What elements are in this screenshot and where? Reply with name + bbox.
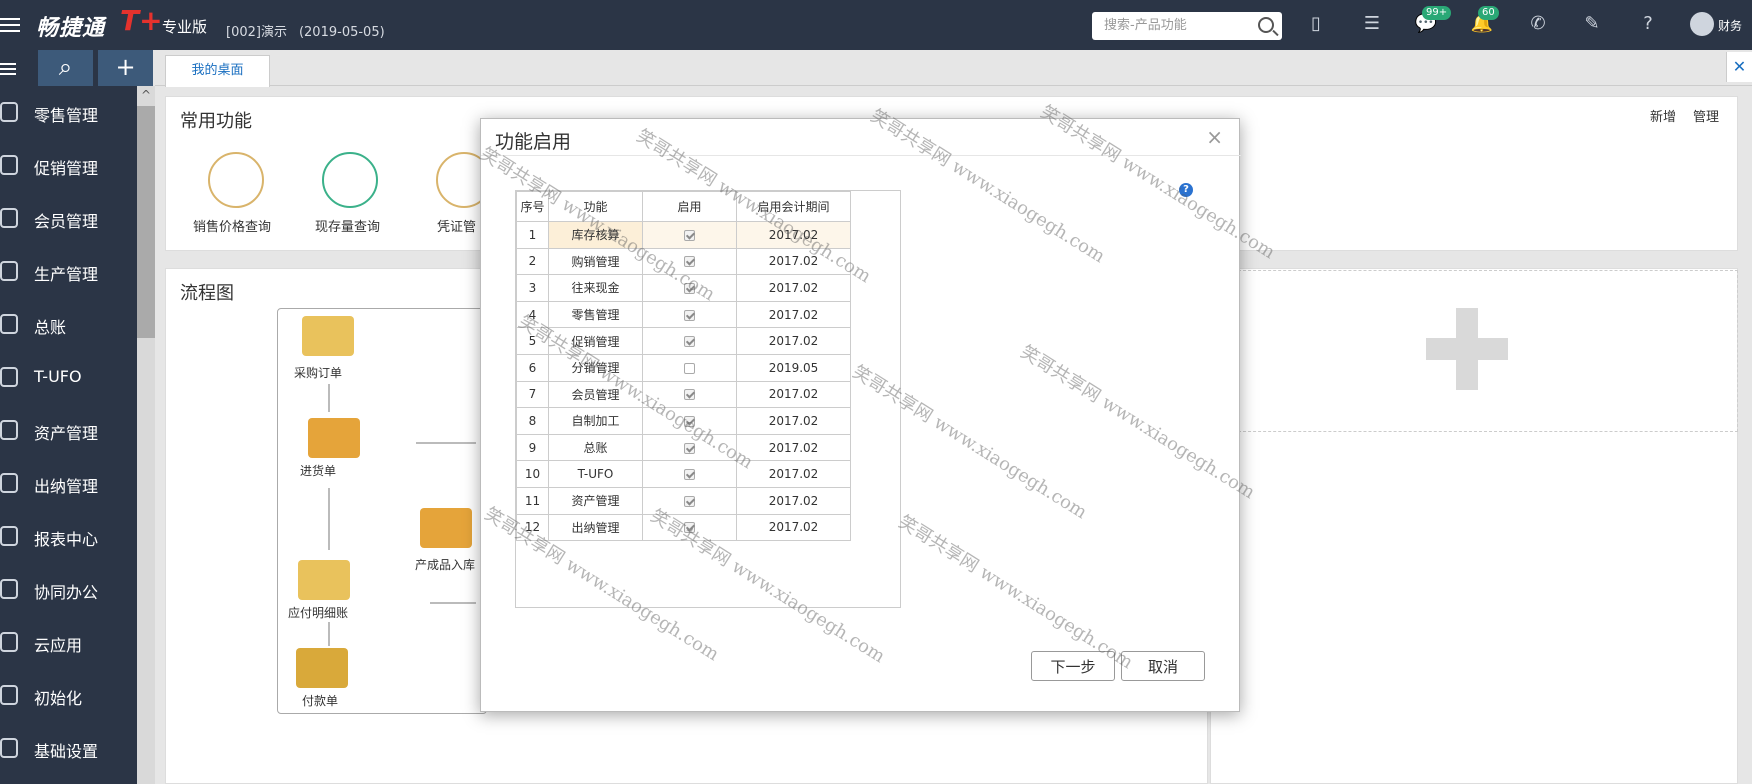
row-no: 5 (516, 327, 549, 355)
row-enabled[interactable] (642, 460, 737, 488)
row-function: 会员管理 (548, 380, 643, 409)
row-enabled[interactable] (642, 407, 737, 435)
table-row[interactable]: 7 会员管理 2017.02 (516, 380, 851, 409)
row-no: 7 (516, 380, 549, 409)
row-period: 2017.02 (736, 433, 851, 462)
next-button[interactable]: 下一步 (1031, 651, 1115, 681)
row-function: 库存核算 (548, 221, 643, 249)
row-no: 11 (516, 486, 549, 515)
enable-checkbox[interactable] (684, 415, 695, 427)
row-period: 2017.02 (736, 407, 851, 435)
enable-checkbox[interactable] (684, 442, 695, 454)
row-enabled[interactable] (642, 486, 737, 515)
row-function: 往来现金 (548, 274, 643, 302)
row-no: 4 (516, 300, 549, 329)
row-period: 2017.02 (736, 460, 851, 488)
row-enabled[interactable] (642, 433, 737, 462)
row-no: 3 (516, 274, 549, 302)
row-period: 2017.02 (736, 300, 851, 329)
enable-checkbox[interactable] (684, 309, 695, 321)
feature-table-body: 1 库存核算 2017.02 2 购销管理 2017.02 3 往来现金 2017.02 4 零售管… (516, 221, 851, 542)
column-header-period: 启用会计期间 (736, 191, 851, 222)
row-enabled[interactable] (642, 380, 737, 409)
row-period: 2017.02 (736, 380, 851, 409)
dialog-divider (481, 155, 1241, 156)
row-no: 10 (516, 460, 549, 488)
table-row[interactable]: 1 库存核算 2017.02 (516, 221, 851, 249)
enable-checkbox[interactable] (684, 229, 695, 241)
table-row[interactable]: 8 自制加工 2017.02 (516, 407, 851, 435)
enable-checkbox[interactable] (684, 336, 695, 348)
table-row[interactable]: 3 往来现金 2017.02 (516, 274, 851, 302)
row-enabled[interactable] (642, 274, 737, 302)
enable-checkbox[interactable] (684, 389, 695, 401)
enable-checkbox[interactable] (684, 282, 695, 294)
enable-checkbox[interactable] (684, 362, 695, 374)
enable-checkbox[interactable] (684, 256, 695, 268)
feature-table: 序号 功能 启用 启用会计期间 1 库存核算 2017.02 2 购销管理 2017.02… (516, 191, 851, 542)
row-no: 12 (516, 513, 549, 542)
row-enabled[interactable] (642, 327, 737, 355)
table-row[interactable]: 10 T-UFO 2017.02 (516, 460, 851, 488)
row-function: 分销管理 (548, 353, 643, 382)
row-function: 购销管理 (548, 247, 643, 276)
dialog-title: 功能启用 (495, 131, 572, 153)
enable-checkbox[interactable] (684, 495, 695, 507)
row-function: 出纳管理 (548, 513, 643, 542)
row-period: 2017.02 (736, 486, 851, 515)
row-enabled[interactable] (642, 300, 737, 329)
row-function: 总账 (548, 433, 643, 462)
row-period: 2019.05 (736, 353, 851, 382)
row-function: 零售管理 (548, 300, 643, 329)
table-row[interactable]: 5 促销管理 2017.02 (516, 327, 851, 355)
column-header-no: 序号 (516, 191, 549, 222)
row-function: 资产管理 (548, 486, 643, 515)
row-period: 2017.02 (736, 274, 851, 302)
enable-checkbox[interactable] (684, 522, 695, 534)
row-enabled[interactable] (642, 221, 737, 249)
row-period: 2017.02 (736, 247, 851, 276)
row-no: 9 (516, 433, 549, 462)
enable-checkbox[interactable] (684, 469, 695, 481)
row-no: 1 (516, 221, 549, 249)
table-header-row: 序号 功能 启用 启用会计期间 (516, 191, 851, 222)
table-row[interactable]: 9 总账 2017.02 (516, 433, 851, 462)
cancel-button[interactable]: 取消 (1121, 651, 1205, 681)
table-row[interactable]: 4 零售管理 2017.02 (516, 300, 851, 329)
feature-table-container: 序号 功能 启用 启用会计期间 1 库存核算 2017.02 2 购销管理 2017.02… (515, 190, 901, 608)
row-period: 2017.02 (736, 221, 851, 249)
table-row[interactable]: 11 资产管理 2017.02 (516, 486, 851, 515)
row-no: 8 (516, 407, 549, 435)
table-row[interactable]: 2 购销管理 2017.02 (516, 247, 851, 276)
feature-enable-dialog: 功能启用 × ? 序号 功能 启用 启用会计期间 1 库存核算 2017.02 2 购销… (480, 118, 1241, 712)
row-enabled[interactable] (642, 247, 737, 276)
table-row[interactable]: 6 分销管理 2019.05 (516, 353, 851, 382)
row-no: 6 (516, 353, 549, 382)
row-function: 自制加工 (548, 407, 643, 435)
column-header-enabled: 启用 (642, 191, 737, 222)
row-no: 2 (516, 247, 549, 276)
row-function: T-UFO (548, 460, 643, 488)
row-function: 促销管理 (548, 327, 643, 355)
help-icon[interactable]: ? (1179, 183, 1193, 197)
table-row[interactable]: 12 出纳管理 2017.02 (516, 513, 851, 542)
row-period: 2017.02 (736, 327, 851, 355)
column-header-function: 功能 (548, 191, 643, 222)
row-period: 2017.02 (736, 513, 851, 542)
close-icon[interactable]: × (1206, 125, 1223, 149)
row-enabled[interactable] (642, 513, 737, 542)
row-enabled[interactable] (642, 353, 737, 382)
